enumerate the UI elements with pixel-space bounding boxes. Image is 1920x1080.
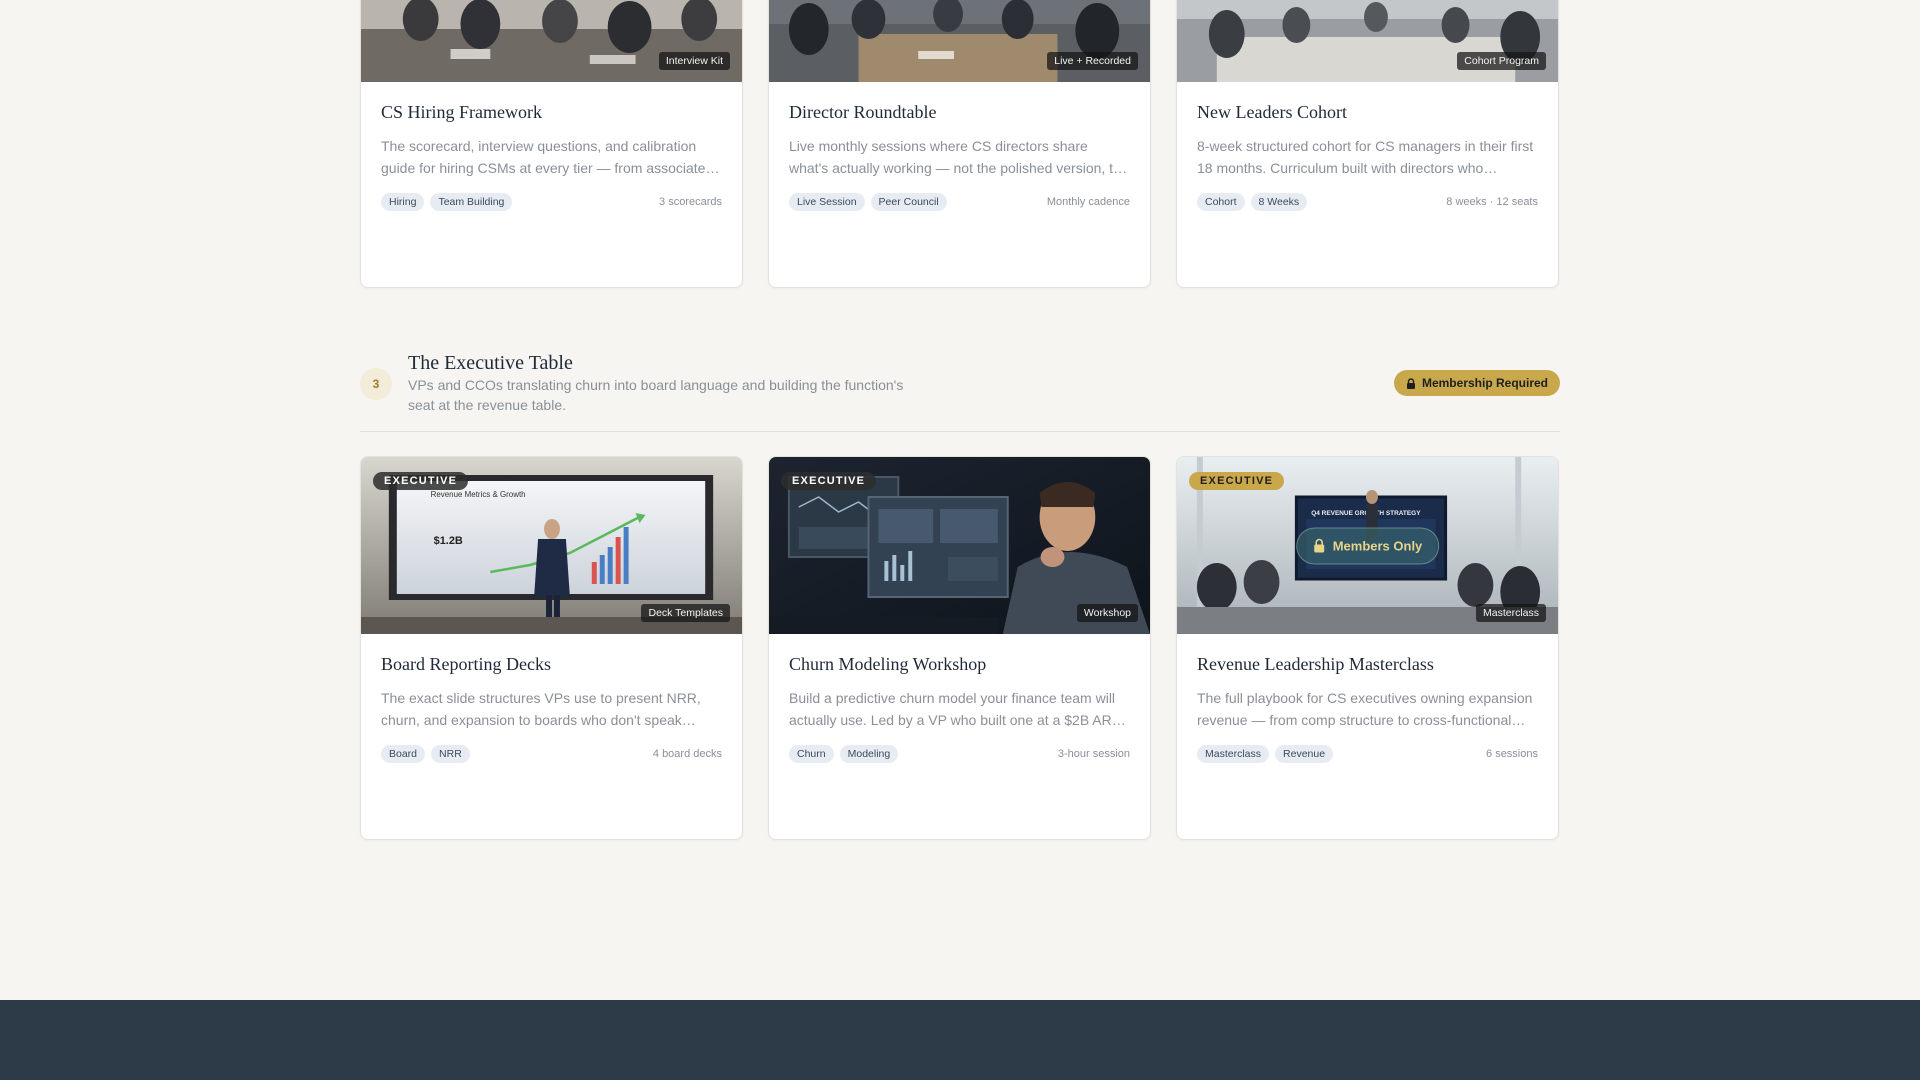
tag: Cohort bbox=[1197, 193, 1245, 211]
card-image: Cohort Program bbox=[1177, 0, 1558, 82]
card-title: Revenue Leadership Masterclass bbox=[1197, 654, 1434, 674]
members-only-label: Members Only bbox=[1332, 538, 1423, 553]
type-badge: Live + Recorded bbox=[1047, 52, 1138, 70]
membership-label: Membership Required bbox=[1421, 376, 1548, 390]
card-description: 8-week structured cohort for CS managers… bbox=[1197, 138, 1534, 176]
resource-card[interactable]: Live + Recorded Director Roundtable Live… bbox=[768, 0, 1151, 288]
meta-note: Monthly cadence bbox=[1046, 196, 1130, 208]
slide-title: Revenue Metrics & Growth bbox=[431, 490, 526, 499]
tier-badge: EXECUTIVE bbox=[1189, 472, 1285, 490]
tag: Board bbox=[381, 745, 426, 763]
section-title: The Executive Table bbox=[408, 352, 573, 374]
meta-note: 3-hour session bbox=[1057, 748, 1130, 760]
card-image: Q4 REVENUE GROWTH STRATEGY EXECUTIVE Mem… bbox=[1177, 457, 1558, 634]
tag-list: Masterclass Revenue bbox=[1197, 745, 1334, 763]
type-badge: Workshop bbox=[1076, 604, 1138, 622]
lock-icon bbox=[1313, 538, 1324, 553]
card-title: Director Roundtable bbox=[789, 102, 937, 122]
card-description: Live monthly sessions where CS directors… bbox=[789, 138, 1129, 176]
type-badge: Masterclass bbox=[1475, 604, 1546, 622]
membership-required-badge[interactable]: Membership Required bbox=[1393, 370, 1560, 396]
tag: Hiring bbox=[381, 193, 425, 211]
card-description: The scorecard, interview questions, and … bbox=[381, 138, 720, 176]
meta-note: 3 scorecards bbox=[659, 196, 722, 208]
tier-badge: EXECUTIVE bbox=[373, 472, 469, 490]
tag-list: Live Session Peer Council bbox=[789, 193, 947, 211]
card-description: Build a predictive churn model your fina… bbox=[789, 690, 1126, 728]
meta-note: 8 weeks · 12 seats bbox=[1446, 196, 1538, 208]
tag: 8 Weeks bbox=[1250, 193, 1308, 211]
tag: Revenue bbox=[1275, 745, 1334, 763]
resource-card-locked[interactable]: Q4 REVENUE GROWTH STRATEGY EXECUTIVE Mem… bbox=[1176, 456, 1559, 840]
resource-card[interactable]: Cohort Program New Leaders Cohort 8-week… bbox=[1176, 0, 1559, 288]
tag: NRR bbox=[431, 745, 470, 763]
card-title: Churn Modeling Workshop bbox=[789, 654, 987, 674]
tag: Live Session bbox=[789, 193, 865, 211]
section-header-executive: 3 The Executive Table VPs and CCOs trans… bbox=[360, 348, 1560, 432]
tag: Team Building bbox=[430, 193, 513, 211]
resource-card[interactable]: Interview Kit CS Hiring Framework The sc… bbox=[360, 0, 743, 288]
resource-card[interactable]: EXECUTIVE Workshop Churn Modeling Worksh… bbox=[768, 456, 1151, 840]
tag-list: Board NRR bbox=[381, 745, 470, 763]
card-description: The exact slide structures VPs use to pr… bbox=[381, 690, 701, 728]
card-title: CS Hiring Framework bbox=[381, 102, 542, 122]
lock-icon bbox=[1406, 377, 1415, 389]
tag: Masterclass bbox=[1197, 745, 1270, 763]
card-image: Interview Kit bbox=[361, 0, 742, 82]
step-number: 3 bbox=[360, 368, 392, 400]
tag: Churn bbox=[789, 745, 834, 763]
card-title: New Leaders Cohort bbox=[1197, 102, 1347, 122]
card-grid-executive: Revenue Metrics & Growth $1.2B EXECUTIVE bbox=[360, 456, 1559, 840]
tag: Peer Council bbox=[870, 193, 947, 211]
slide-number: $1.2B bbox=[434, 535, 463, 547]
resource-card[interactable]: Revenue Metrics & Growth $1.2B EXECUTIVE bbox=[360, 456, 743, 840]
tag-list: Churn Modeling bbox=[789, 745, 899, 763]
site-footer bbox=[0, 1000, 1920, 1080]
meta-note: 4 board decks bbox=[652, 748, 722, 760]
type-badge: Cohort Program bbox=[1457, 52, 1546, 70]
card-description: The full playbook for CS executives owni… bbox=[1197, 690, 1533, 728]
card-image: Live + Recorded bbox=[769, 0, 1150, 82]
tag: Modeling bbox=[839, 745, 899, 763]
card-title: Board Reporting Decks bbox=[381, 654, 551, 674]
card-image: EXECUTIVE Workshop bbox=[769, 457, 1150, 634]
card-image: Revenue Metrics & Growth $1.2B EXECUTIVE bbox=[361, 457, 742, 634]
card-grid-leadership: Interview Kit CS Hiring Framework The sc… bbox=[360, 0, 1559, 288]
type-badge: Interview Kit bbox=[658, 52, 730, 70]
type-badge: Deck Templates bbox=[641, 604, 730, 622]
tag-list: Hiring Team Building bbox=[381, 193, 513, 211]
section-subtitle: VPs and CCOs translating churn into boar… bbox=[408, 377, 904, 413]
members-only-overlay[interactable]: Members Only bbox=[1295, 527, 1440, 564]
tag-list: Cohort 8 Weeks bbox=[1197, 193, 1308, 211]
meta-note: 6 sessions bbox=[1486, 748, 1538, 760]
tier-badge: EXECUTIVE bbox=[781, 472, 877, 490]
